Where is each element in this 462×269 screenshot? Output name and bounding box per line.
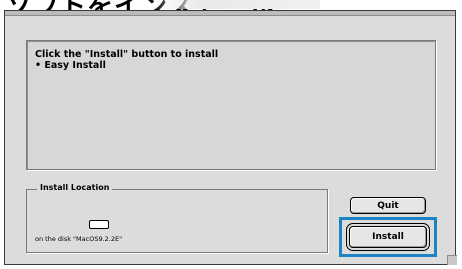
message-line-install-type: • Easy Install bbox=[35, 60, 106, 71]
install-location-group: Install Location on the disk "MacOS9.2.2… bbox=[26, 183, 328, 253]
resize-grip-icon[interactable] bbox=[447, 255, 457, 265]
install-location-legend: Install Location bbox=[37, 183, 113, 192]
disk-caption: on the disk "MacOS9.2.2E" bbox=[35, 235, 123, 243]
install-button[interactable]: Install bbox=[349, 226, 427, 248]
caption-fade bbox=[150, 0, 320, 9]
installer-screenshot: ソフトをインストール Click the "Install" button to… bbox=[0, 0, 462, 269]
hard-disk-icon[interactable] bbox=[89, 220, 109, 229]
message-box: Click the "Install" button to install • … bbox=[26, 40, 436, 170]
window-top-rule bbox=[5, 11, 455, 16]
quit-button[interactable]: Quit bbox=[350, 197, 426, 214]
message-line-instruction: Click the "Install" button to install bbox=[35, 49, 219, 60]
